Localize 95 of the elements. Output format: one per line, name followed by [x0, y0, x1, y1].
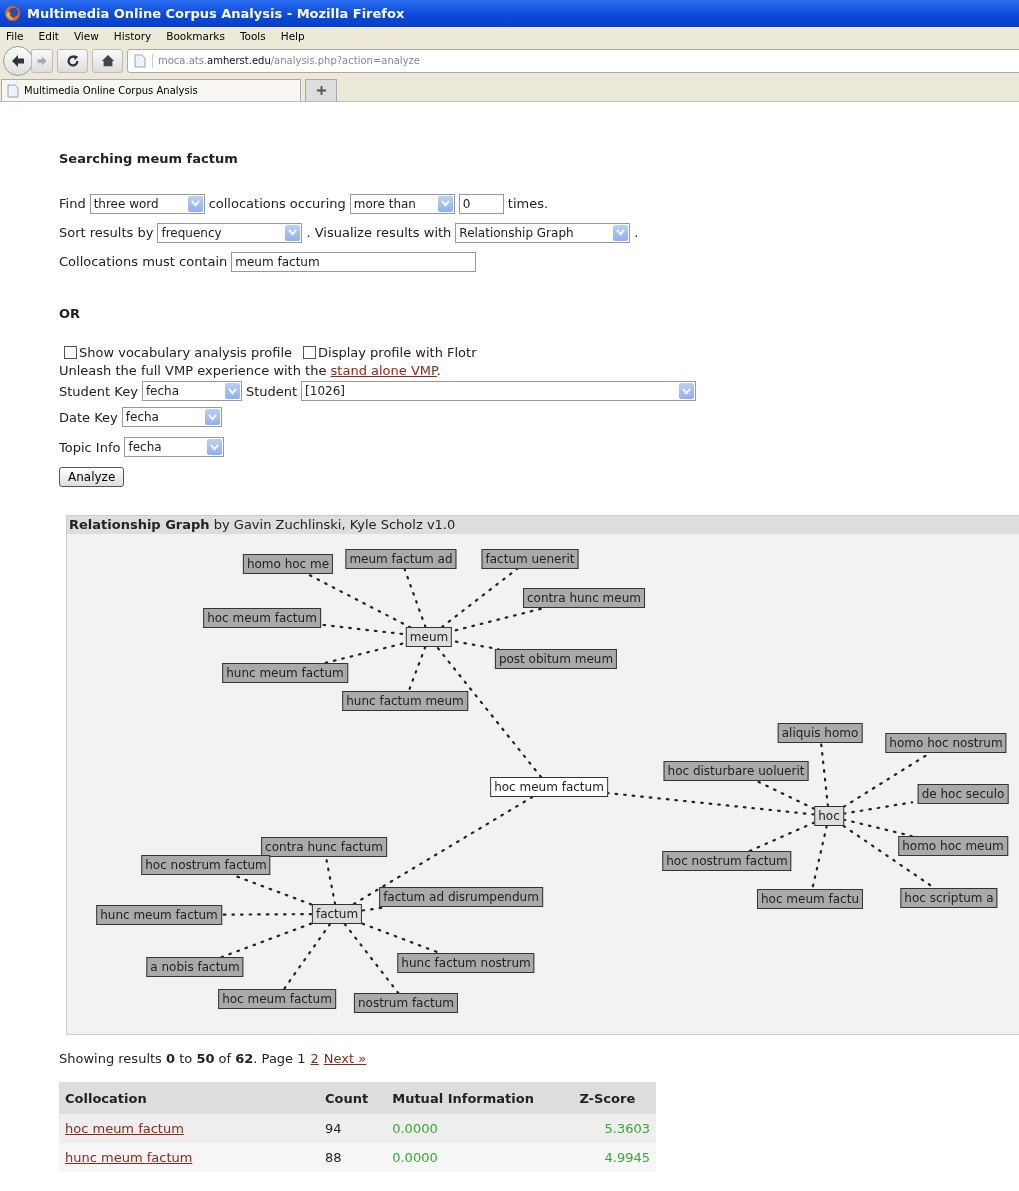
home-button[interactable]	[92, 48, 123, 73]
column-header: Count	[319, 1082, 387, 1114]
graph-node[interactable]: factum	[311, 904, 363, 924]
page-link[interactable]: Next »	[323, 1051, 367, 1066]
graph-node[interactable]: hunc meum factum	[222, 663, 348, 683]
checkbox-label: Display profile with Flotr	[318, 344, 477, 360]
menu-item[interactable]: Edit	[38, 30, 59, 42]
text-field[interactable]: meum factum	[231, 251, 477, 272]
graph-node[interactable]: hoc meum factum	[490, 777, 608, 797]
graph-node[interactable]: hunc meum factum	[96, 905, 222, 925]
form-label: .	[634, 225, 639, 240]
collocation-link[interactable]: hoc meum factum	[65, 1121, 184, 1136]
form-label: Date Key	[59, 409, 118, 425]
graph-node[interactable]: contra hunc meum	[523, 588, 645, 608]
browser-tab[interactable]: Multimedia Online Corpus Analysis	[1, 79, 301, 101]
table-cell: 88	[319, 1143, 387, 1172]
table-cell: 4.9945	[573, 1143, 656, 1172]
graph-node[interactable]: a nobis factum	[146, 957, 244, 977]
window-title: Multimedia Online Corpus Analysis - Mozilla Firefox	[27, 6, 405, 21]
checkbox-label: Show vocabulary analysis profile	[79, 344, 293, 360]
graph-node[interactable]: hunc factum meum	[342, 691, 468, 711]
form-label: . Visualize results with	[306, 225, 452, 240]
address-field[interactable]: moca.ats.amherst.edu/analysis.php?action=analyze	[127, 48, 1019, 73]
form-label: collocations occuring	[208, 196, 346, 211]
page-icon	[7, 83, 19, 98]
graph-node[interactable]: hoc disturbare uoluerit	[663, 761, 809, 781]
column-header: Z-Score	[573, 1082, 656, 1114]
graph-node[interactable]: hoc nostrum factum	[662, 851, 792, 871]
page-heading: Searching meum factum	[59, 151, 239, 166]
browser-logo-icon	[4, 5, 21, 22]
graph-node[interactable]: hoc meum factum	[203, 608, 321, 628]
text-field[interactable]: 0	[458, 193, 504, 214]
dropdown[interactable]: frequency	[157, 222, 303, 243]
menu-item[interactable]: History	[113, 30, 152, 42]
graph-node[interactable]: meum	[405, 627, 453, 647]
dropdown[interactable]: fecha	[121, 407, 222, 427]
graph-node[interactable]: homo hoc meum	[898, 836, 1008, 856]
form-label: Student Key	[59, 383, 138, 399]
menu-item[interactable]: Bookmarks	[166, 30, 225, 42]
graph-node[interactable]: contra hunc factum	[261, 837, 387, 857]
graph-node[interactable]: hoc scriptum a	[900, 888, 998, 908]
form-label: Student	[245, 383, 298, 399]
collocation-link[interactable]: hunc meum factum	[65, 1150, 193, 1165]
vmp-note: Unleash the full VMP experience with the stand alone VMP.	[59, 362, 442, 380]
table-cell: 5.3603	[573, 1114, 656, 1143]
table-cell: 0.0000	[386, 1143, 574, 1172]
dropdown[interactable]: more than	[349, 193, 455, 214]
or-label: OR	[59, 306, 82, 321]
plus-icon	[315, 85, 327, 96]
column-header: Mutual Information	[386, 1082, 574, 1114]
graph-node[interactable]: hoc meum factu	[757, 889, 863, 909]
menu-item[interactable]: Tools	[239, 30, 266, 42]
reload-icon	[65, 53, 80, 68]
form-label: Collocations must contain	[59, 254, 228, 269]
table-cell: 94	[319, 1114, 387, 1143]
form-label: Topic Info	[59, 439, 121, 455]
graph-title: Relationship Graph by Gavin Zuchlinski, Kyle Scholz v1.0	[67, 516, 1019, 534]
vmp-link[interactable]: stand alone VMP	[330, 363, 437, 378]
graph-node[interactable]: factum ad disrumpendum	[379, 887, 543, 907]
form-label: Sort results by	[59, 225, 154, 240]
home-icon	[100, 53, 115, 68]
new-tab-button[interactable]	[305, 79, 337, 101]
menu-item[interactable]: View	[73, 30, 99, 42]
back-button[interactable]	[3, 45, 33, 76]
reload-button[interactable]	[57, 48, 88, 73]
results-summary: Showing results 0 to 50 of 62. Page 1	[59, 1051, 306, 1066]
menu-item[interactable]: Help	[280, 30, 305, 42]
dropdown[interactable]: fecha	[124, 437, 225, 457]
page-link[interactable]: 2	[310, 1051, 319, 1066]
forward-arrow-icon	[36, 54, 48, 67]
connector-line	[820, 741, 829, 808]
graph-node[interactable]: factum uenerit	[481, 549, 579, 569]
graph-node[interactable]: homo hoc me	[242, 554, 334, 574]
graph-node[interactable]: nostrum factum	[353, 993, 459, 1013]
dropdown[interactable]: fecha	[141, 381, 242, 401]
form-label: Find	[59, 196, 86, 211]
graph-node[interactable]: hoc meum factum	[218, 989, 336, 1009]
dropdown[interactable]: Relationship Graph	[455, 222, 631, 243]
checkbox[interactable]	[303, 345, 317, 359]
graph-node[interactable]: de hoc seculo	[917, 784, 1009, 804]
graph-node[interactable]: hunc factum nostrum	[397, 953, 535, 973]
column-header: Collocation	[59, 1082, 319, 1114]
graph-node[interactable]: hoc	[814, 806, 844, 826]
graph-node[interactable]: aliquis homo	[777, 723, 863, 743]
graph-node[interactable]: homo hoc nostrum	[885, 733, 1007, 753]
graph-node[interactable]: post obitum meum	[494, 649, 618, 669]
analyze-button[interactable]: Analyze	[59, 467, 125, 487]
checkbox[interactable]	[64, 345, 77, 359]
table-cell: 0.0000	[386, 1114, 574, 1143]
graph-node[interactable]: hoc nostrum factum	[141, 855, 271, 875]
dropdown[interactable]: three word	[89, 193, 205, 214]
menu-item[interactable]: File	[6, 30, 24, 42]
graph-node[interactable]: meum factum ad	[345, 549, 457, 569]
form-label: times.	[507, 196, 549, 211]
dropdown[interactable]: [1026]	[301, 381, 697, 401]
